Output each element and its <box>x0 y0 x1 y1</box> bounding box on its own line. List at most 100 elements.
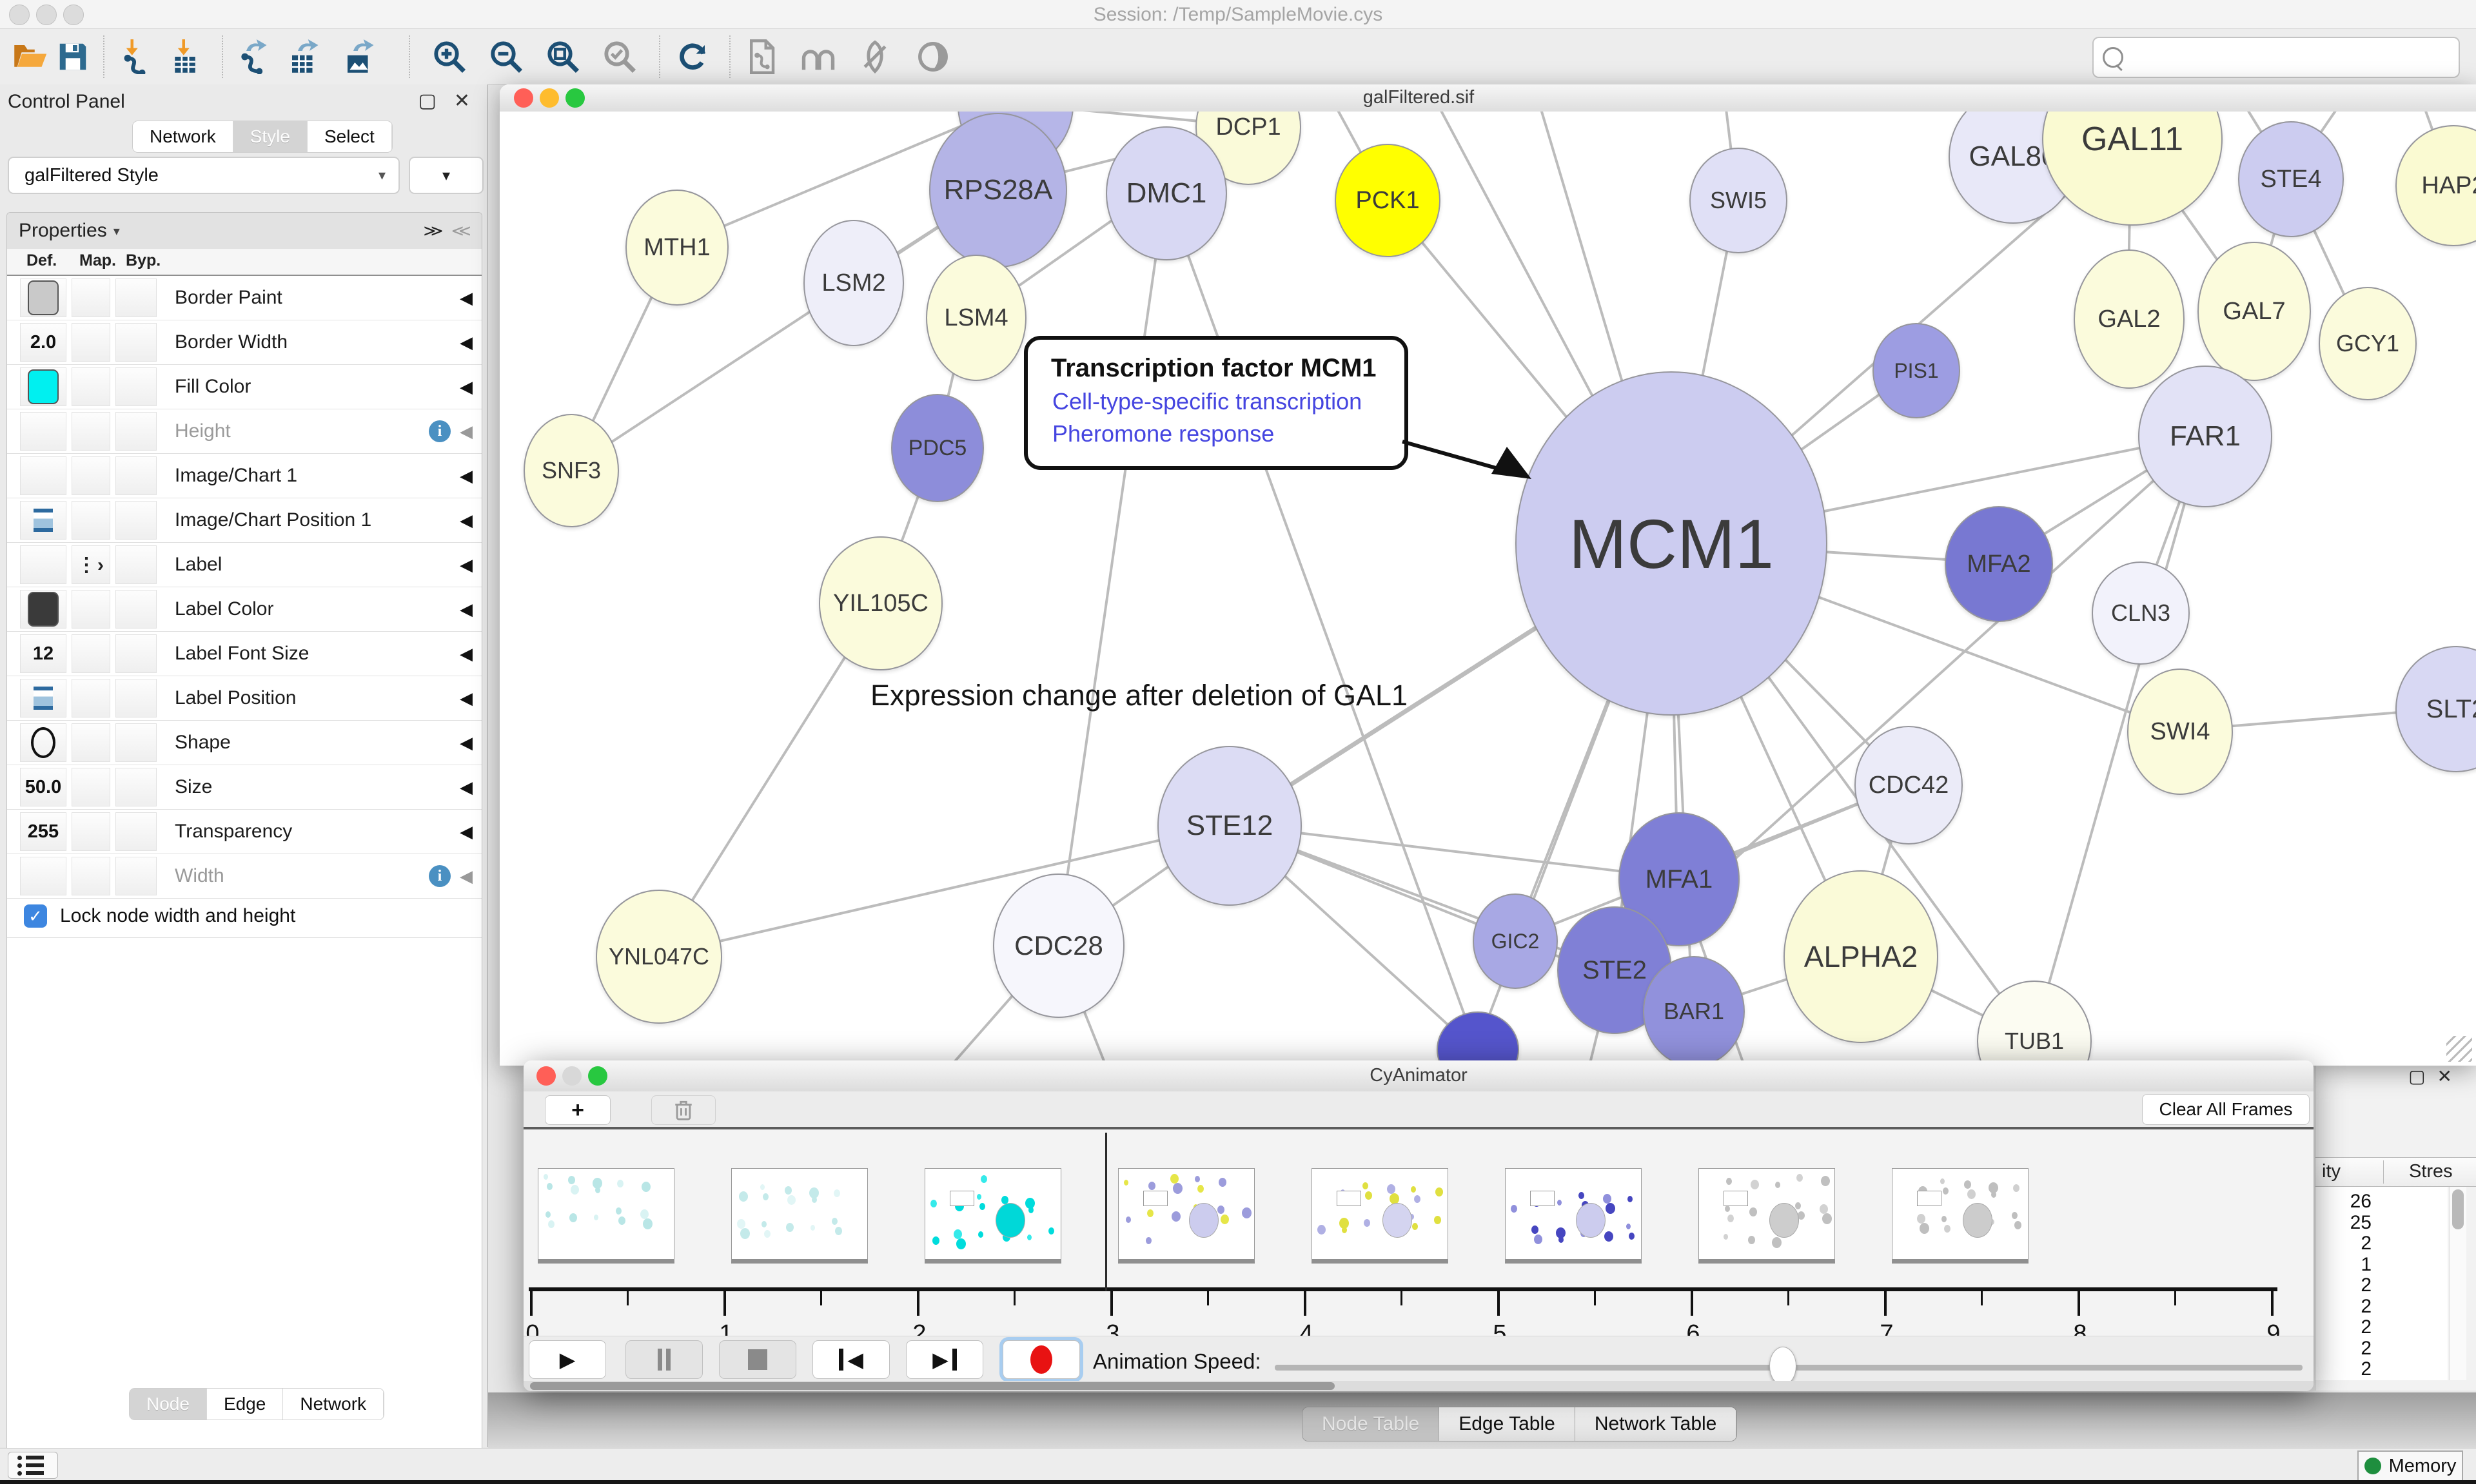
annotation-link[interactable]: Pheromone response <box>1052 420 1404 447</box>
expand-row-icon[interactable]: ◀ <box>460 822 473 842</box>
discrete-mapping-icon[interactable]: ⋮› <box>77 554 105 576</box>
node-tub1[interactable]: TUB1 <box>1977 981 2092 1066</box>
hide-panel-icon[interactable] <box>856 38 894 75</box>
task-list-button[interactable] <box>8 1452 58 1479</box>
node-cdc42[interactable]: CDC42 <box>1854 726 1963 845</box>
property-row[interactable]: 2.0Border Width◀ <box>7 320 482 365</box>
resize-grip[interactable] <box>2446 1036 2472 1062</box>
table-cell[interactable]: 2 <box>2314 1274 2372 1296</box>
node-mfa2[interactable]: MFA2 <box>1945 506 2053 622</box>
zoom-selected-icon[interactable] <box>601 38 638 75</box>
network-window-titlebar[interactable]: galFiltered.sif <box>500 84 2476 112</box>
property-row[interactable]: Label Color◀ <box>7 587 482 632</box>
network-overview-icon[interactable] <box>800 38 837 75</box>
node-ynl047c[interactable]: YNL047C <box>596 890 722 1024</box>
node-ste12[interactable]: STE12 <box>1157 746 1302 906</box>
zoom-fit-icon[interactable] <box>544 38 582 75</box>
float-panel-icon[interactable]: ▢ <box>418 90 437 112</box>
property-row[interactable]: Fill Color◀ <box>7 365 482 409</box>
default-value[interactable]: 12 <box>33 643 54 665</box>
expand-row-icon[interactable]: ◀ <box>460 600 473 620</box>
default-value[interactable]: 50.0 <box>25 777 61 798</box>
expand-row-icon[interactable]: ◀ <box>460 555 473 575</box>
zoom-in-icon[interactable] <box>431 38 468 75</box>
frame-thumbnail-6[interactable] <box>1698 1168 1835 1264</box>
frame-thumbnail-1[interactable] <box>731 1168 868 1264</box>
expand-row-icon[interactable]: ◀ <box>460 733 473 753</box>
position-icon[interactable] <box>34 509 53 532</box>
node-rps28a[interactable]: RPS28A <box>929 113 1067 268</box>
caption-annotation[interactable]: Expression change after deletion of GAL1 <box>870 679 1408 712</box>
export-table-icon[interactable] <box>285 38 322 75</box>
network-canvas[interactable]: DCP1RPS28ADMC1PCK1SWI5GAL80GAL11STE4HAP2… <box>500 112 2476 1066</box>
lock-size-row[interactable]: ✓ Lock node width and height <box>7 895 482 938</box>
clone-network-icon[interactable] <box>743 38 780 75</box>
table-col-stress[interactable]: Stres <box>2409 1161 2453 1182</box>
table-panel-window-icons[interactable]: ▢✕ <box>2408 1066 2464 1087</box>
frame-thumbnail-4[interactable] <box>1312 1168 1448 1264</box>
expand-all-icon[interactable]: ≫ <box>423 222 443 240</box>
node-hap2[interactable]: HAP2 <box>2395 125 2476 246</box>
position-icon[interactable] <box>34 687 53 710</box>
scrollbar-thumb[interactable] <box>530 1382 1335 1390</box>
node-snf3[interactable]: SNF3 <box>524 414 619 527</box>
info-icon[interactable]: i <box>429 865 451 887</box>
speed-slider-thumb[interactable] <box>1769 1347 1796 1385</box>
frame-thumbnail-2[interactable] <box>925 1168 1061 1264</box>
default-value[interactable]: 2.0 <box>30 332 56 353</box>
node-gal7[interactable]: GAL7 <box>2197 242 2311 381</box>
table-cell[interactable]: 2 <box>2314 1316 2372 1338</box>
tab-edge-table[interactable]: Edge Table <box>1439 1407 1575 1441</box>
style-selector[interactable]: galFiltered Style ▾ <box>8 157 400 194</box>
show-panel-icon[interactable] <box>914 38 952 75</box>
save-session-icon[interactable] <box>54 38 92 75</box>
tab-node[interactable]: Node <box>130 1389 207 1420</box>
color-swatch[interactable] <box>28 592 59 627</box>
tab-network-style[interactable]: Network <box>283 1389 384 1420</box>
property-row[interactable]: Shape◀ <box>7 721 482 765</box>
property-row[interactable]: Heighti◀ <box>7 409 482 454</box>
zoom-out-icon[interactable] <box>487 38 525 75</box>
record-button[interactable] <box>1003 1340 1080 1379</box>
expand-row-icon[interactable]: ◀ <box>460 511 473 531</box>
frame-thumbnail-0[interactable] <box>538 1168 674 1264</box>
timeline-scrollbar[interactable] <box>524 1381 2314 1391</box>
table-cell[interactable]: 25 <box>2314 1212 2372 1234</box>
skip-to-end-button[interactable]: ▶ <box>906 1340 983 1379</box>
column-divider[interactable] <box>2383 1160 2384 1184</box>
tab-network-table[interactable]: Network Table <box>1575 1407 1737 1441</box>
property-row[interactable]: 12Label Font Size◀ <box>7 632 482 676</box>
stop-button[interactable] <box>719 1340 796 1379</box>
skip-to-start-button[interactable]: ◀ <box>812 1340 890 1379</box>
table-scrollbar[interactable] <box>2449 1187 2466 1380</box>
node-gcy1[interactable]: GCY1 <box>2319 287 2417 400</box>
property-row[interactable]: 255Transparency◀ <box>7 810 482 854</box>
expand-row-icon[interactable]: ◀ <box>460 777 473 797</box>
expand-row-icon[interactable]: ◀ <box>460 422 473 442</box>
node-ste4[interactable]: STE4 <box>2238 121 2344 237</box>
node-blu1[interactable] <box>1437 1011 1519 1066</box>
node-alpha2[interactable]: ALPHA2 <box>1783 870 1938 1043</box>
tab-select[interactable]: Select <box>308 121 392 152</box>
cyanimator-titlebar[interactable]: CyAnimator <box>524 1060 2314 1092</box>
style-options-button[interactable]: ▾ <box>409 157 484 194</box>
annotation-link[interactable]: Cell-type-specific transcription <box>1052 388 1404 415</box>
timeline[interactable]: 0123456789 Seconds <box>524 1129 2314 1336</box>
frame-thumbnail-7[interactable] <box>1892 1168 2029 1264</box>
info-icon[interactable]: i <box>429 420 451 442</box>
property-row[interactable]: Image/Chart Position 1◀ <box>7 498 482 543</box>
import-network-icon[interactable] <box>115 38 152 75</box>
node-gic2[interactable]: GIC2 <box>1473 893 1558 989</box>
table-cell[interactable]: 2 <box>2314 1233 2372 1255</box>
node-swi5[interactable]: SWI5 <box>1689 148 1787 253</box>
expand-row-icon[interactable]: ◀ <box>460 466 473 486</box>
node-cln3[interactable]: CLN3 <box>2092 561 2190 665</box>
property-row[interactable]: Border Paint◀ <box>7 276 482 320</box>
table-cell[interactable]: 2 <box>2314 1338 2372 1360</box>
play-button[interactable]: ▶ <box>529 1340 606 1379</box>
property-row[interactable]: Label Position◀ <box>7 676 482 721</box>
table-cell[interactable]: 26 <box>2314 1191 2372 1213</box>
node-cdc28[interactable]: CDC28 <box>993 874 1125 1018</box>
expand-row-icon[interactable]: ◀ <box>460 644 473 664</box>
property-row[interactable]: Widthi◀ <box>7 854 482 899</box>
